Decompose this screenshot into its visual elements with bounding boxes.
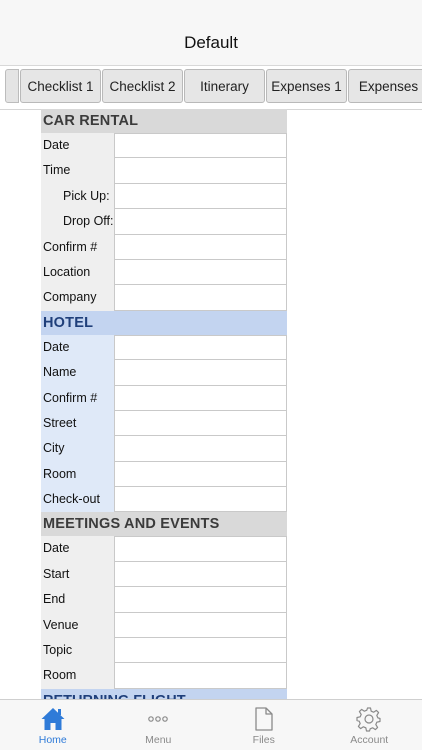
tab-previous-partial[interactable] <box>5 69 19 103</box>
car-pickup-input[interactable] <box>114 183 287 210</box>
hotel-confirm-input[interactable] <box>114 385 287 411</box>
section-header-hotel: HOTEL <box>41 310 287 335</box>
hotel-city-input[interactable] <box>114 436 287 462</box>
field-label: Confirm # <box>41 385 114 411</box>
home-icon <box>40 705 66 733</box>
car-company-input[interactable] <box>114 285 287 311</box>
field-row: Drop Off: <box>41 209 287 235</box>
tab-checklist-2[interactable]: Checklist 2 <box>102 69 183 103</box>
field-row: Room <box>41 461 287 488</box>
field-row: Time <box>41 158 287 184</box>
field-label: Check-out <box>41 487 114 513</box>
field-label: Location <box>41 259 114 286</box>
gear-icon <box>356 705 382 733</box>
meeting-room-input[interactable] <box>114 663 287 689</box>
field-row: Date <box>41 536 287 562</box>
more-dots-icon <box>145 705 171 733</box>
meeting-end-input[interactable] <box>114 587 287 613</box>
document-icon <box>251 705 277 733</box>
tabbar-label: Menu <box>145 734 172 746</box>
tabbar-label: Account <box>350 734 389 746</box>
hotel-checkout-input[interactable] <box>114 487 287 513</box>
field-label: Venue <box>41 612 114 639</box>
car-date-input[interactable] <box>114 133 287 159</box>
hotel-name-input[interactable] <box>114 360 287 386</box>
field-label: Pick Up: <box>41 183 114 210</box>
hotel-fields: Date Name Confirm # Street City Room Che… <box>41 334 287 513</box>
field-label: Drop Off: <box>41 209 114 235</box>
field-row: Location <box>41 259 287 286</box>
field-row: Check-out <box>41 487 287 513</box>
field-row: Name <box>41 360 287 386</box>
tabbar-label: Files <box>252 734 275 746</box>
field-label: End <box>41 587 114 613</box>
tabbar-home[interactable]: Home <box>0 700 106 750</box>
sheet-tabs: Checklist 1 Checklist 2 Itinerary Expens… <box>0 66 422 110</box>
car-dropoff-input[interactable] <box>114 209 287 235</box>
hotel-date-input[interactable] <box>114 334 287 361</box>
tab-expenses-1[interactable]: Expenses 1 <box>266 69 347 103</box>
field-label: Company <box>41 285 114 311</box>
itinerary-sheet: CAR RENTAL Date Time Pick Up: Drop Off: … <box>41 109 287 701</box>
field-row: Confirm # <box>41 385 287 411</box>
tabbar-menu[interactable]: Menu <box>106 700 212 750</box>
field-label: Topic <box>41 638 114 664</box>
navigation-bar: Default <box>0 0 422 66</box>
field-row: Date <box>41 334 287 361</box>
field-label: Name <box>41 360 114 386</box>
field-label: Confirm # <box>41 234 114 260</box>
field-row: City <box>41 436 287 462</box>
section-header-meetings: MEETINGS AND EVENTS <box>41 512 287 537</box>
field-row: Start <box>41 561 287 588</box>
tab-expenses-2[interactable]: Expenses <box>348 69 422 103</box>
meeting-venue-input[interactable] <box>114 612 287 639</box>
section-header-car-rental: CAR RENTAL <box>41 109 287 133</box>
meeting-date-input[interactable] <box>114 536 287 562</box>
car-time-input[interactable] <box>114 158 287 184</box>
field-label: City <box>41 436 114 462</box>
field-label: Room <box>41 461 114 488</box>
field-label: Date <box>41 334 114 361</box>
field-row: Room <box>41 663 287 689</box>
field-row: Company <box>41 285 287 311</box>
page-title: Default <box>184 33 238 52</box>
car-location-input[interactable] <box>114 259 287 286</box>
tabbar-label: Home <box>38 734 67 746</box>
meetings-fields: Date Start End Venue Topic Room <box>41 536 287 689</box>
field-row: End <box>41 587 287 613</box>
hotel-street-input[interactable] <box>114 410 287 437</box>
meeting-start-input[interactable] <box>114 561 287 588</box>
bottom-tab-bar: Home Menu Files Account <box>0 699 422 750</box>
tab-checklist-1[interactable]: Checklist 1 <box>20 69 101 103</box>
meeting-topic-input[interactable] <box>114 638 287 664</box>
tabbar-files[interactable]: Files <box>211 700 317 750</box>
field-row: Pick Up: <box>41 183 287 210</box>
field-label: Room <box>41 663 114 689</box>
hotel-room-input[interactable] <box>114 461 287 488</box>
car-rental-fields: Date Time Pick Up: Drop Off: Confirm # L… <box>41 133 287 311</box>
field-label: Date <box>41 536 114 562</box>
tabbar-account[interactable]: Account <box>317 700 422 750</box>
field-row: Topic <box>41 638 287 664</box>
tab-itinerary[interactable]: Itinerary <box>184 69 265 103</box>
field-row: Street <box>41 410 287 437</box>
field-label: Time <box>41 158 114 184</box>
field-row: Confirm # <box>41 234 287 260</box>
field-label: Date <box>41 133 114 159</box>
car-confirm-input[interactable] <box>114 234 287 260</box>
field-label: Street <box>41 410 114 437</box>
field-row: Venue <box>41 612 287 639</box>
field-label: Start <box>41 561 114 588</box>
field-row: Date <box>41 133 287 159</box>
